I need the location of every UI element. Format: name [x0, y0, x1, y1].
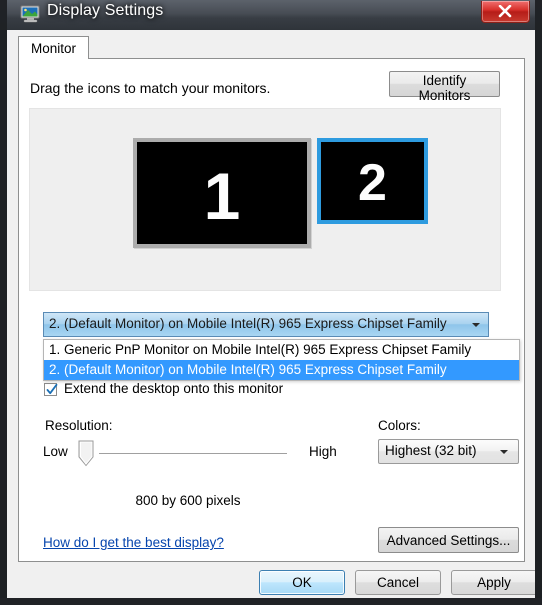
monitor-icon-2[interactable]: 2: [317, 138, 428, 224]
monitor-arrangement-preview[interactable]: 1 2: [29, 108, 501, 291]
resolution-low-label: Low: [43, 444, 68, 459]
chevron-down-icon: [472, 323, 480, 327]
dialog-client-area: Monitor Drag the icons to match your mon…: [7, 30, 535, 598]
resolution-slider-track[interactable]: [99, 453, 287, 454]
cancel-button[interactable]: Cancel: [355, 570, 441, 595]
tab-monitor[interactable]: Monitor: [18, 36, 90, 59]
monitor-select-value: 2. (Default Monitor) on Mobile Intel(R) …: [49, 316, 447, 331]
colors-value: Highest (32 bit): [385, 443, 477, 458]
resolution-label: Resolution:: [45, 418, 113, 433]
resolution-high-label: High: [309, 444, 337, 459]
chevron-down-icon: [500, 450, 508, 454]
tab-active-cap: [19, 58, 85, 60]
close-button[interactable]: [481, 1, 530, 23]
ok-button[interactable]: OK: [259, 570, 345, 595]
monitor-icon-1[interactable]: 1: [133, 138, 311, 248]
identify-monitors-button[interactable]: Identify Monitors: [389, 71, 500, 103]
list-item[interactable]: 1. Generic PnP Monitor on Mobile Intel(R…: [44, 340, 519, 360]
resolution-readout: 800 by 600 pixels: [135, 493, 241, 508]
display-settings-window: Display Settings Monitor Drag the icons …: [0, 0, 542, 605]
colors-combobox[interactable]: Highest (32 bit): [378, 439, 519, 464]
list-item[interactable]: 2. (Default Monitor) on Mobile Intel(R) …: [44, 360, 519, 380]
apply-button[interactable]: Apply: [451, 570, 535, 595]
colors-label: Colors:: [378, 418, 421, 433]
drag-instruction-text: Drag the icons to match your monitors.: [30, 80, 271, 96]
display-monitor-icon: [20, 4, 42, 24]
monitor-select-dropdown-list[interactable]: 1. Generic PnP Monitor on Mobile Intel(R…: [43, 339, 520, 381]
best-display-help-link[interactable]: How do I get the best display?: [43, 535, 224, 550]
monitor-select-combobox[interactable]: 2. (Default Monitor) on Mobile Intel(R) …: [43, 312, 489, 337]
tab-strip: Monitor: [18, 36, 525, 60]
advanced-settings-button[interactable]: Advanced Settings...: [378, 527, 519, 553]
resolution-slider-thumb[interactable]: [78, 440, 94, 467]
extend-desktop-label: Extend the desktop onto this monitor: [64, 381, 284, 396]
window-title: Display Settings: [47, 2, 164, 19]
extend-desktop-checkbox[interactable]: [44, 383, 58, 396]
title-bar: Display Settings: [7, 0, 535, 30]
